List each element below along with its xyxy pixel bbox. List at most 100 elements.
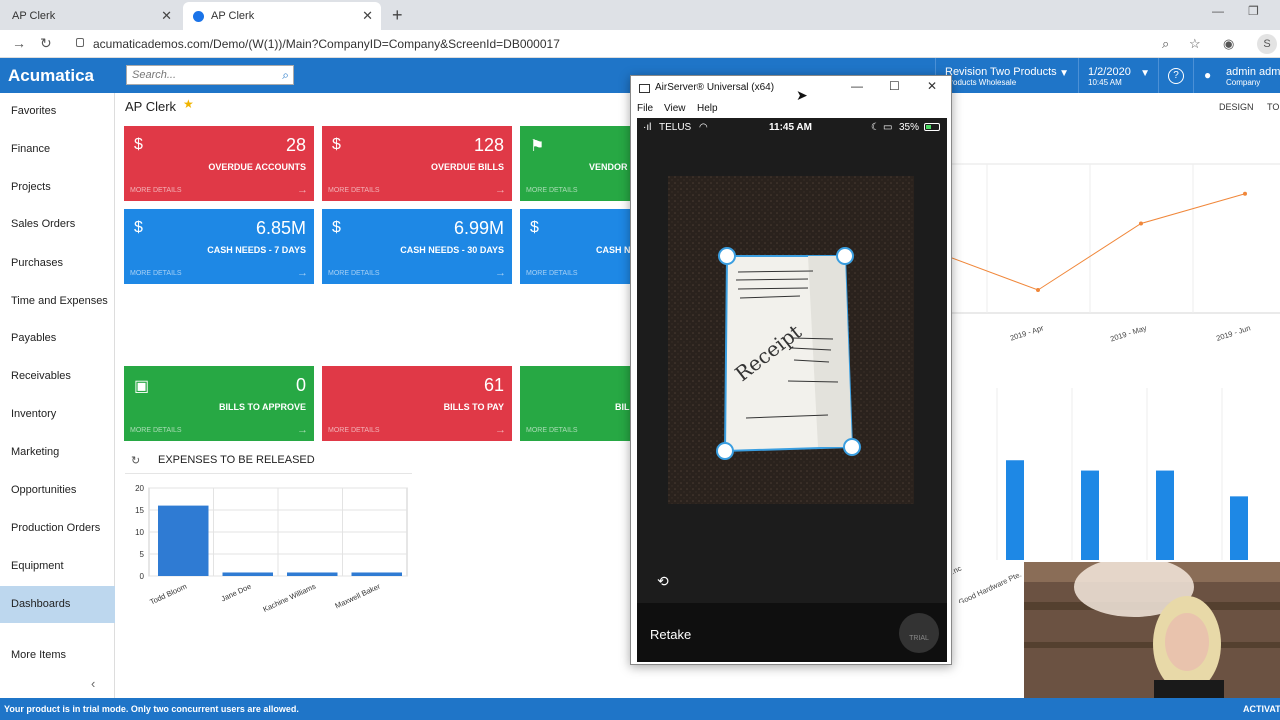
address-bar: → ↻ acumaticademos.com/Demo/(W(1))/Main?… xyxy=(0,30,1280,58)
arrow-right-icon[interactable]: → xyxy=(297,184,308,196)
tile-value: 61 xyxy=(483,375,504,395)
more-details-link[interactable]: MORE DETAILS xyxy=(328,427,380,434)
sidebar-item-more-items[interactable]: More Items xyxy=(0,637,115,674)
search-input[interactable]: Search... ⌕ xyxy=(126,65,294,85)
sidebar-item-marketing[interactable]: Marketing xyxy=(0,434,115,471)
sidebar-item-sales-orders[interactable]: Sales Orders xyxy=(0,206,115,243)
more-details-link[interactable]: MORE DETAILS xyxy=(328,187,380,194)
minimize-icon[interactable]: — xyxy=(1212,4,1224,18)
url-text[interactable]: acumaticademos.com/Demo/(W(1))/Main?Comp… xyxy=(93,37,560,51)
page-title: AP Clerk xyxy=(125,99,177,114)
arrow-right-icon[interactable]: → xyxy=(495,424,506,436)
browser-tab-2[interactable]: AP Clerk ✕ xyxy=(183,2,381,30)
zoom-icon[interactable]: ⌕ xyxy=(1162,36,1169,52)
more-details-link[interactable]: MORE DETAILS xyxy=(526,270,578,277)
tools-link[interactable]: TO xyxy=(1267,102,1279,112)
company-selector[interactable]: Revision Two Products Products Wholesale… xyxy=(935,58,1077,93)
tile-bills-to-pay[interactable]: 61 BILLS TO PAY MORE DETAILS → xyxy=(322,366,512,441)
arrow-right-icon[interactable]: → xyxy=(495,184,506,196)
crop-handle[interactable] xyxy=(718,247,736,265)
tab-label: AP Clerk xyxy=(12,10,56,22)
menu-file[interactable]: File xyxy=(637,103,653,114)
sidebar-item-favorites[interactable]: Favorites xyxy=(0,93,115,130)
more-details-link[interactable]: MORE DETAILS xyxy=(130,270,182,277)
close-icon[interactable]: ✕ xyxy=(927,79,937,93)
sidebar-item-payables[interactable]: Payables xyxy=(0,320,115,357)
sidebar-item-receivables[interactable]: Receivables xyxy=(0,358,115,395)
crop-handle[interactable] xyxy=(836,247,854,265)
more-details-link[interactable]: MORE DETAILS xyxy=(526,187,578,194)
close-tab-icon[interactable]: ✕ xyxy=(362,8,373,24)
tile-label: CASH NEEDS - 30 DAYS xyxy=(400,245,504,255)
tile-value: 0 xyxy=(295,375,306,395)
maximize-icon[interactable]: ☐ xyxy=(889,79,900,93)
more-details-link[interactable]: MORE DETAILS xyxy=(526,427,578,434)
rotate-icon[interactable]: ⟲ xyxy=(657,573,669,590)
activate-link[interactable]: ACTIVAT xyxy=(1243,704,1280,714)
sidebar-item-finance[interactable]: Finance xyxy=(0,131,115,168)
forward-icon[interactable]: → xyxy=(12,35,26,51)
company-sub: Products Wholesale xyxy=(945,78,1017,87)
extension-icon[interactable]: ◉ xyxy=(1223,36,1234,52)
new-tab-button[interactable]: + xyxy=(392,5,403,26)
tile-overdue-bills[interactable]: $ 128 OVERDUE BILLS MORE DETAILS → xyxy=(322,126,512,201)
sidebar-item-dashboards[interactable]: Dashboards xyxy=(0,586,115,623)
x-tick-label: ...nc xyxy=(952,564,963,578)
browser-tab-1[interactable]: AP Clerk ✕ xyxy=(0,2,180,30)
arrow-right-icon[interactable]: → xyxy=(297,424,308,436)
collapse-sidebar-icon[interactable]: ‹ xyxy=(91,676,95,691)
user-menu[interactable]: ● admin admin Company xyxy=(1193,58,1280,93)
data-point xyxy=(1139,221,1143,226)
y-tick-label: 20 xyxy=(135,484,144,493)
tile-label: CASH N xyxy=(596,245,631,255)
airserver-window: AirServer® Universal (x64) — ☐ ✕ File Vi… xyxy=(630,75,952,665)
expenses-widget-header: ↻ EXPENSES TO BE RELEASED xyxy=(125,448,412,474)
minimize-icon[interactable]: — xyxy=(851,79,863,93)
crop-handle[interactable] xyxy=(716,442,734,460)
tile-bills-to-approve[interactable]: ▣ 0 BILLS TO APPROVE MORE DETAILS → xyxy=(124,366,314,441)
help-icon[interactable]: ? xyxy=(1168,68,1184,84)
business-time: 10:45 AM xyxy=(1088,78,1122,87)
crop-handle[interactable] xyxy=(843,438,861,456)
moon-icon: ☾ xyxy=(871,122,880,133)
profile-avatar[interactable]: S xyxy=(1257,34,1277,54)
y-tick-label: 0 xyxy=(140,572,145,581)
design-link[interactable]: DESIGN xyxy=(1219,102,1254,112)
tile-cash-needs-7-days[interactable]: $ 6.85M CASH NEEDS - 7 DAYS MORE DETAILS… xyxy=(124,209,314,284)
retake-button[interactable]: Retake xyxy=(650,627,691,642)
bookmark-star-icon[interactable]: ☆ xyxy=(1189,36,1201,52)
sidebar-item-purchases[interactable]: Purchases xyxy=(0,245,115,282)
arrow-right-icon[interactable]: → xyxy=(297,267,308,279)
more-details-link[interactable]: MORE DETAILS xyxy=(130,427,182,434)
bar xyxy=(287,572,338,576)
acumatica-logo[interactable]: Acumatica xyxy=(8,66,94,86)
tile-label: BILLS TO APPROVE xyxy=(218,402,306,412)
sidebar-item-inventory[interactable]: Inventory xyxy=(0,396,115,433)
restore-icon[interactable]: ❐ xyxy=(1248,4,1259,18)
camera-preview: Receipt xyxy=(668,176,914,504)
tile-cash-needs-30-days[interactable]: $ 6.99M CASH NEEDS - 30 DAYS MORE DETAIL… xyxy=(322,209,512,284)
x-tick-label: Good Hardware Pte. xyxy=(957,570,1023,603)
search-icon[interactable]: ⌕ xyxy=(282,68,289,83)
sidebar-item-projects[interactable]: Projects xyxy=(0,169,115,206)
date-selector[interactable]: 1/2/2020 10:45 AM ▼ xyxy=(1078,58,1158,93)
sidebar-item-opportunities[interactable]: Opportunities xyxy=(0,472,115,509)
more-details-link[interactable]: MORE DETAILS xyxy=(130,187,182,194)
favorite-star-icon[interactable]: ★ xyxy=(183,97,194,111)
sidebar-item-time-and-expenses[interactable]: Time and Expenses xyxy=(0,283,115,320)
reload-icon[interactable]: ↻ xyxy=(40,35,52,52)
sidebar-item-equipment[interactable]: Equipment xyxy=(0,548,115,585)
acumatica-favicon-icon xyxy=(193,10,204,22)
arrow-right-icon[interactable]: → xyxy=(495,267,506,279)
menu-view[interactable]: View xyxy=(664,103,686,114)
x-tick-label: Todd Bloom xyxy=(148,582,188,607)
trend-line-chart: 2019 - Apr 2019 - May 2019 - Jun xyxy=(952,163,1280,343)
more-details-link[interactable]: MORE DETAILS xyxy=(328,270,380,277)
refresh-icon[interactable]: ↻ xyxy=(131,454,140,467)
battery-icon xyxy=(924,123,940,131)
close-tab-icon[interactable]: ✕ xyxy=(161,8,172,24)
sidebar-item-production-orders[interactable]: Production Orders xyxy=(0,510,115,547)
bar xyxy=(1006,460,1024,560)
menu-help[interactable]: Help xyxy=(697,103,718,114)
tile-overdue-accounts[interactable]: $ 28 OVERDUE ACCOUNTS MORE DETAILS → xyxy=(124,126,314,201)
